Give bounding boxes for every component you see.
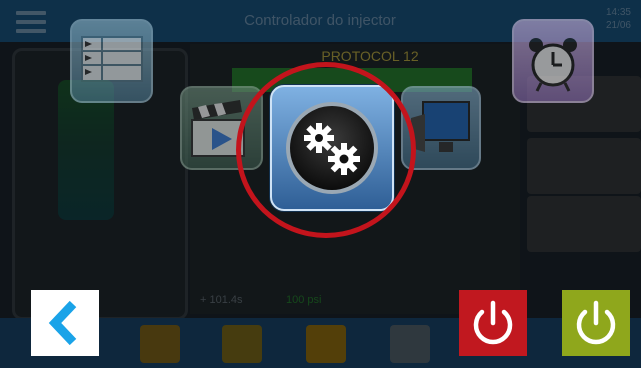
power-restart-icon: [576, 300, 616, 345]
selection-highlight-circle: [236, 62, 416, 238]
table-icon: [81, 36, 143, 82]
back-button[interactable]: [31, 290, 99, 356]
power-off-button[interactable]: [459, 290, 527, 356]
chevron-left-icon: [48, 300, 77, 346]
screen: Controlador do injector 14:35 21/06 PROT…: [0, 0, 641, 368]
alarm-tile[interactable]: [512, 19, 594, 103]
alarm-clock-icon: [529, 38, 577, 92]
table-tile[interactable]: [70, 19, 153, 103]
power-icon: [473, 300, 513, 345]
restart-button[interactable]: [562, 290, 630, 356]
